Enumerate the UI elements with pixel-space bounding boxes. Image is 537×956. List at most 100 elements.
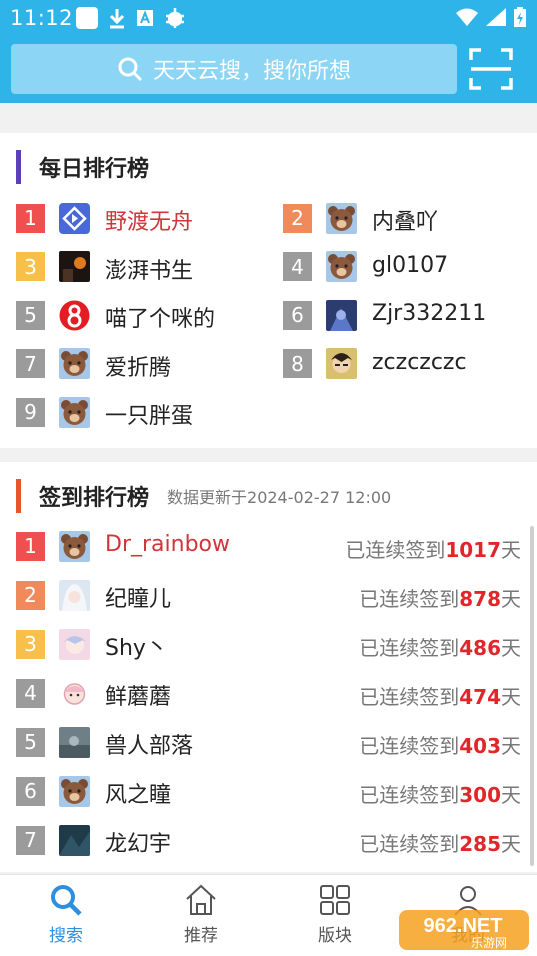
search-icon	[51, 885, 82, 916]
user-name[interactable]: 龙幻宇	[105, 826, 171, 858]
user-avatar[interactable]	[326, 348, 357, 379]
user-name[interactable]: gl0107	[372, 253, 448, 278]
nav-recommend[interactable]: 推荐	[161, 883, 241, 946]
user-avatar[interactable]	[59, 628, 90, 660]
rank-badge: 2	[16, 580, 45, 610]
daily-ranking-card: 每日排行榜 1 野渡无舟 2 内叠吖 3 澎湃书生 4 gl0107 5 喵了个咪的 6 Zjr332…	[0, 133, 537, 448]
bug-icon	[166, 8, 184, 28]
rank-badge: 9	[16, 397, 45, 427]
streak-suffix: 天	[501, 587, 521, 611]
battery-icon	[514, 7, 526, 27]
signin-update-time: 数据更新于2024-02-27 12:00	[167, 488, 392, 507]
user-name[interactable]: 风之瞳	[105, 777, 171, 809]
streak-prefix: 已连续签到	[359, 783, 460, 807]
streak-days: 474	[459, 685, 501, 709]
user-name[interactable]: 爱折腾	[105, 350, 171, 382]
rank-badge: 4	[283, 252, 312, 281]
rank-badge: 3	[16, 629, 45, 659]
user-name[interactable]: zczczczc	[372, 350, 467, 375]
user-avatar[interactable]	[59, 300, 90, 331]
rank-badge: 4	[16, 678, 45, 708]
nav-search[interactable]: 搜索	[26, 883, 106, 946]
user-avatar[interactable]	[326, 251, 357, 282]
user-avatar[interactable]	[59, 824, 90, 856]
signin-ranking-title: 签到排行榜	[39, 486, 150, 511]
rank-badge: 2	[283, 203, 312, 233]
nav-boards-label: 版块	[318, 926, 352, 946]
user-avatar[interactable]	[59, 677, 90, 709]
scan-icon[interactable]	[469, 48, 513, 90]
signin-streak: 已连续签到1017天	[345, 534, 521, 563]
user-name[interactable]: 鲜蘑蘑	[105, 679, 171, 711]
streak-suffix: 天	[501, 538, 521, 562]
user-name[interactable]: Dr_rainbow	[105, 532, 230, 557]
user-avatar[interactable]	[326, 202, 357, 234]
user-name[interactable]: 喵了个咪的	[105, 301, 215, 333]
streak-prefix: 已连续签到	[359, 832, 460, 856]
user-name[interactable]: 一只胖蛋	[105, 398, 193, 430]
user-avatar[interactable]	[59, 530, 90, 562]
section-gap	[0, 103, 537, 133]
user-name[interactable]: 兽人部落	[105, 728, 193, 760]
user-name[interactable]: Shy丶	[105, 630, 168, 662]
signin-streak: 已连续签到878天	[359, 583, 521, 612]
streak-prefix: 已连续签到	[359, 636, 460, 660]
user-avatar[interactable]	[59, 726, 90, 758]
signin-ranking-header: 签到排行榜 数据更新于2024-02-27 12:00	[16, 478, 391, 514]
svg-text:962.NET: 962.NET	[424, 915, 503, 937]
section-accent-bar	[16, 479, 21, 513]
section-accent-bar	[16, 150, 21, 184]
app-header: 11:12 天天云搜，搜你所想	[0, 0, 537, 103]
a-square-icon	[137, 10, 153, 26]
streak-suffix: 天	[501, 636, 521, 660]
daily-ranking-title: 每日排行榜	[39, 157, 150, 182]
streak-prefix: 已连续签到	[359, 734, 460, 758]
user-avatar[interactable]	[59, 348, 90, 379]
user-avatar[interactable]	[59, 396, 90, 428]
streak-days: 878	[459, 587, 501, 611]
user-name[interactable]: 澎湃书生	[105, 253, 193, 285]
signin-streak: 已连续签到474天	[359, 681, 521, 710]
user-name[interactable]: 纪瞳儿	[105, 581, 171, 613]
watermark-logo: 962.NET 乐游网	[399, 910, 529, 950]
home-icon	[186, 884, 216, 915]
user-avatar[interactable]	[59, 202, 90, 234]
rank-badge: 7	[16, 349, 45, 378]
svg-text:乐游网: 乐游网	[471, 936, 507, 950]
streak-days: 285	[459, 832, 501, 856]
status-time: 11:12	[10, 6, 74, 30]
rank-badge: 5	[16, 300, 45, 330]
streak-suffix: 天	[501, 783, 521, 807]
signin-streak: 已连续签到486天	[359, 632, 521, 661]
search-bar[interactable]: 天天云搜，搜你所想	[11, 44, 457, 94]
scrollbar[interactable]	[530, 526, 534, 866]
status-bar: 11:12	[0, 0, 537, 36]
rank-badge: 5	[16, 727, 45, 757]
rank-badge: 3	[16, 252, 45, 281]
signin-ranking-card: 签到排行榜 数据更新于2024-02-27 12:00 1 Dr_rainbow 已…	[0, 462, 537, 872]
notification-square-icon	[76, 7, 98, 29]
user-name[interactable]: Zjr332211	[372, 301, 486, 326]
status-system-icons	[455, 6, 527, 28]
streak-days: 1017	[445, 538, 501, 562]
download-icon	[109, 9, 125, 29]
streak-prefix: 已连续签到	[345, 538, 446, 562]
signin-streak: 已连续签到300天	[359, 779, 521, 808]
rank-badge: 6	[16, 776, 45, 806]
user-name[interactable]: 野渡无舟	[105, 204, 193, 236]
streak-suffix: 天	[501, 734, 521, 758]
user-name[interactable]: 内叠吖	[372, 204, 438, 236]
rank-badge: 1	[16, 203, 45, 233]
user-avatar[interactable]	[59, 579, 90, 611]
user-avatar[interactable]	[59, 775, 90, 807]
rank-badge: 7	[16, 825, 45, 855]
user-avatar[interactable]	[326, 299, 357, 331]
nav-boards[interactable]: 版块	[295, 883, 375, 946]
streak-suffix: 天	[501, 685, 521, 709]
rank-badge: 1	[16, 531, 45, 561]
user-avatar[interactable]	[59, 251, 90, 282]
signal-icon	[486, 8, 506, 26]
wifi-icon	[456, 8, 478, 26]
streak-prefix: 已连续签到	[359, 587, 460, 611]
streak-prefix: 已连续签到	[359, 685, 460, 709]
